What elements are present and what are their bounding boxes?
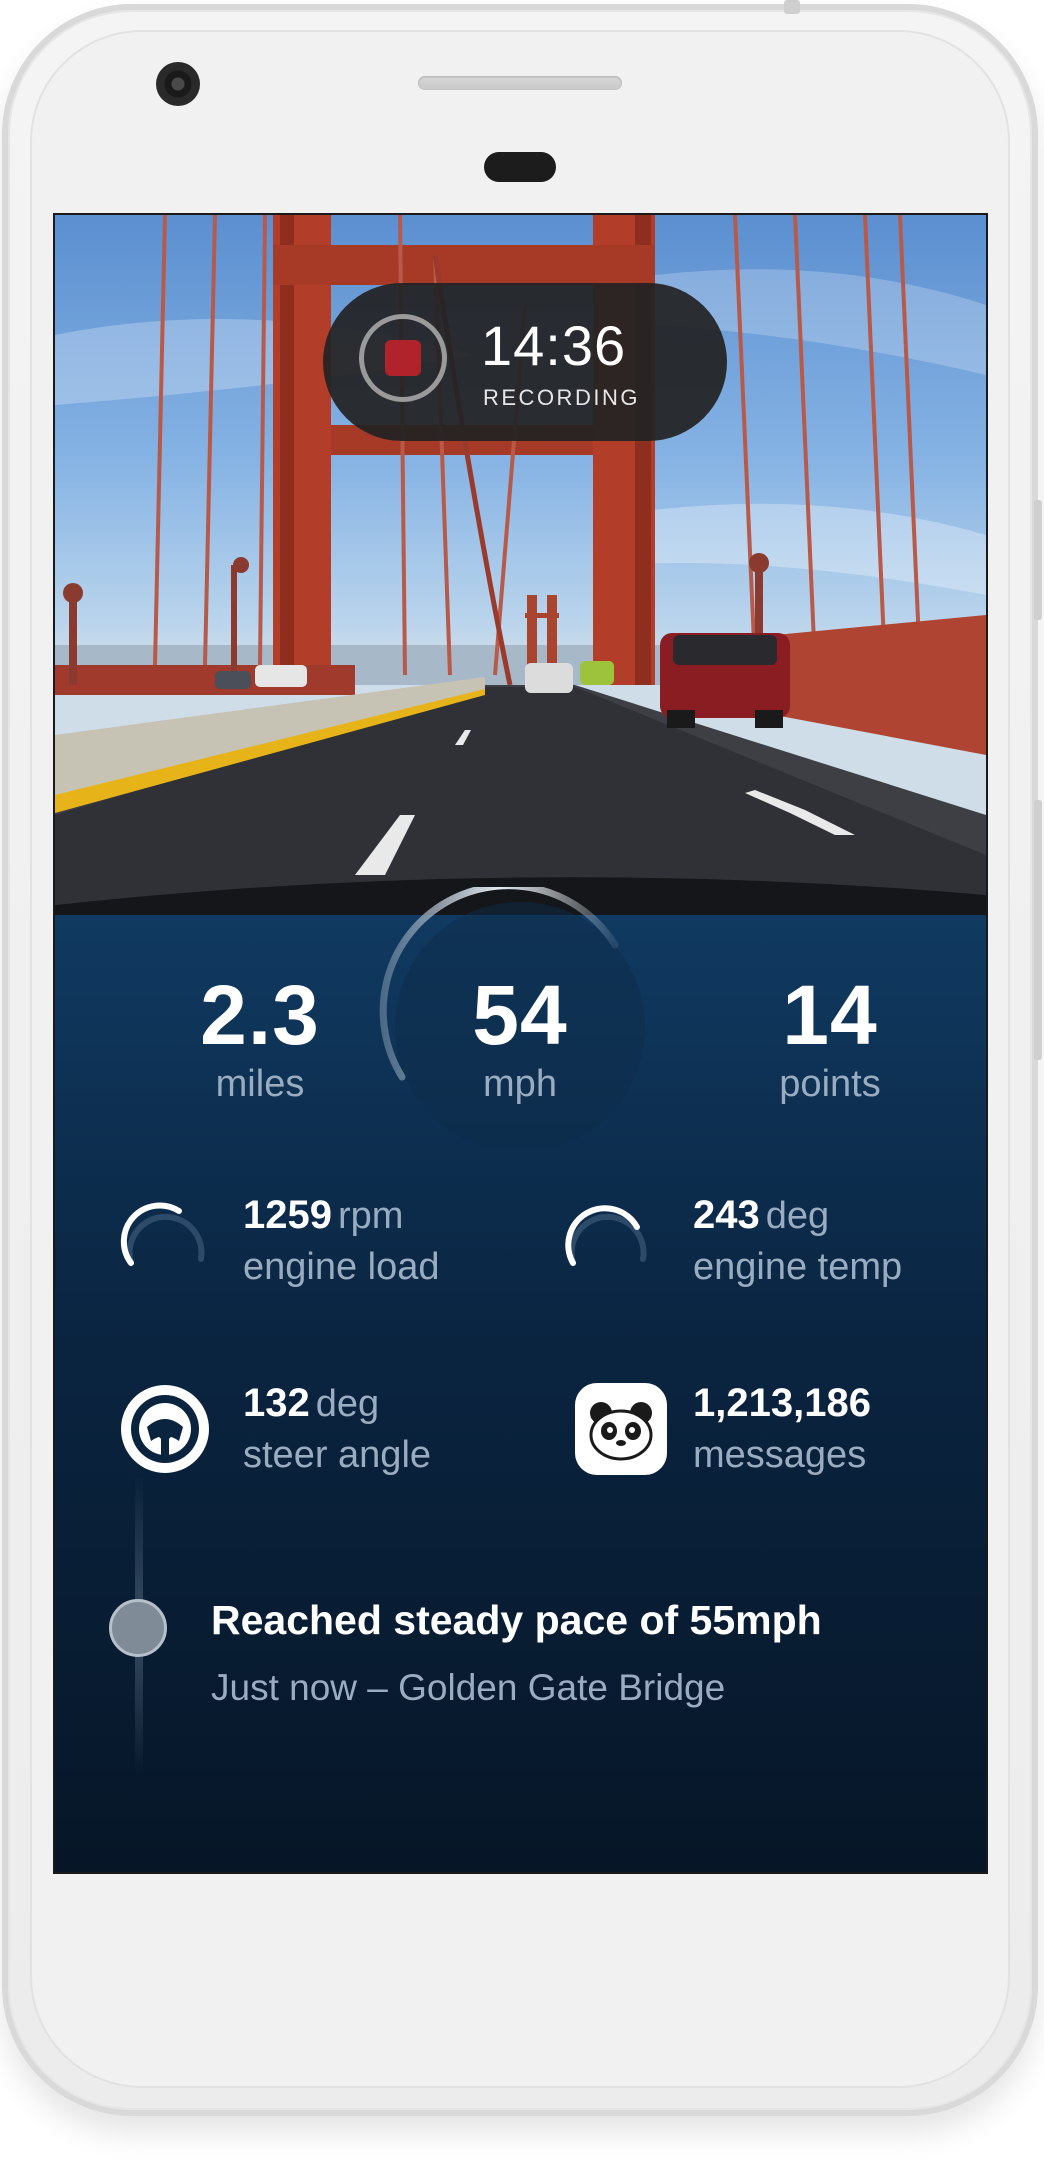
engine-temp-unit: deg [765,1195,830,1237]
steering-wheel-icon [121,1385,209,1473]
event-subtitle: Just now – Golden Gate Bridge [211,1667,726,1708]
engine-temp-gauge-icon [565,1205,647,1266]
messages-metric: 1,213,186 messages [693,1381,871,1477]
engine-load-value: 1259 [243,1193,332,1237]
engine-load-label: engine load [243,1246,440,1288]
phone-side-button-top [1034,500,1042,620]
recording-label: RECORDING [483,385,640,410]
phone-side-button-bottom [1034,800,1042,1060]
speed-value: 54 [472,968,568,1062]
engine-load-gauge-icon [120,1202,205,1266]
recording-status-pill: 14:36 RECORDING [323,283,727,441]
steer-angle-metric: 132 deg steer angle [243,1381,431,1477]
steer-angle-unit: deg [315,1383,380,1425]
points-unit: points [779,1063,881,1105]
stop-square-icon [385,340,421,376]
steer-angle-value: 132 [243,1381,310,1425]
messages-value: 1,213,186 [693,1381,871,1425]
timeline-event-marker[interactable] [109,1599,167,1657]
engine-temp-value: 243 [693,1193,760,1237]
engine-load-unit: rpm [337,1195,404,1237]
speed-stat: 54 mph [420,973,620,1106]
speaker-grill [418,76,622,90]
messages-label: messages [693,1434,867,1476]
steer-angle-label: steer angle [243,1434,432,1476]
dashcam-video-feed: 14:36 RECORDING [55,215,986,915]
earpiece-sensor [484,152,556,182]
event-title: Reached steady pace of 55mph [211,1597,822,1643]
distance-unit: miles [215,1063,305,1105]
speed-unit: mph [483,1063,557,1105]
points-value: 14 [782,968,878,1062]
distance-value: 2.3 [200,968,320,1062]
app-screen: 14:36 RECORDING 2.3 miles 54 mph 14 poin… [53,213,988,1874]
stop-recording-button[interactable] [359,314,447,402]
points-stat: 14 points [720,973,940,1106]
distance-stat: 2.3 miles [155,973,365,1106]
engine-load-metric: 1259 rpm engine load [243,1193,440,1289]
recording-timer: 14:36 [481,314,627,377]
front-camera [156,62,200,106]
phone-top-button [784,0,800,14]
panda-icon [575,1383,667,1475]
engine-temp-metric: 243 deg engine temp [693,1193,902,1289]
engine-temp-label: engine temp [693,1246,903,1288]
trip-dashboard: 2.3 miles 54 mph 14 points 1259 rpm engin… [55,887,986,1872]
